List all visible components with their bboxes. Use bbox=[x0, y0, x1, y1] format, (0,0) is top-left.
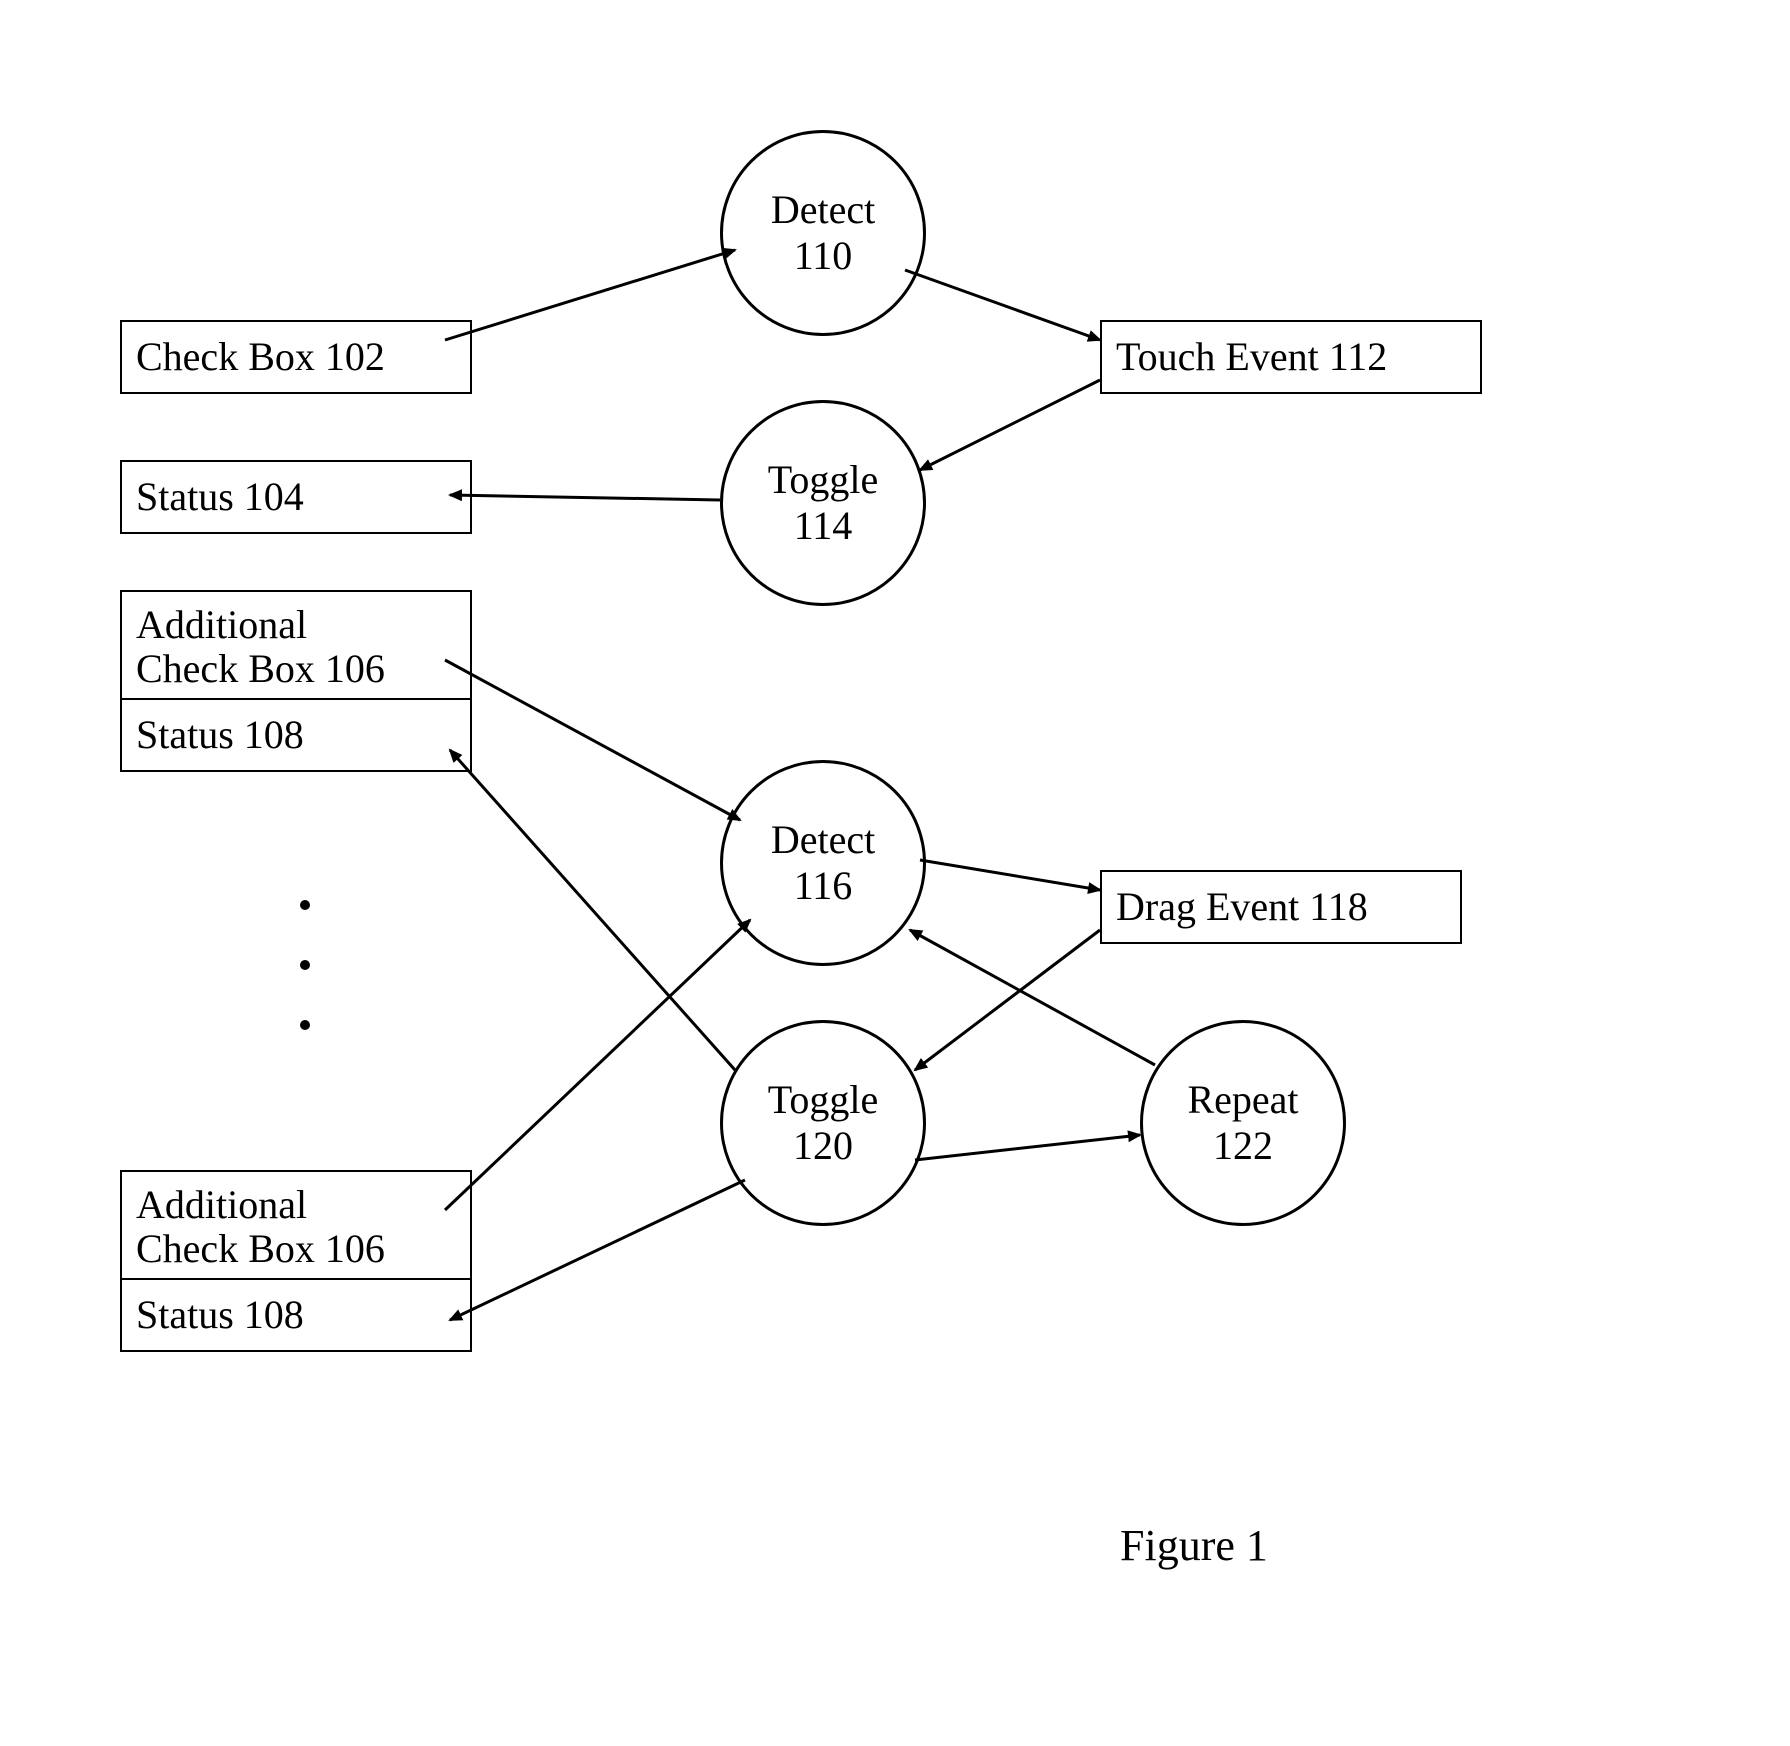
label: Check Box 102 bbox=[136, 335, 385, 379]
label-line2: Check Box 106 bbox=[136, 1227, 385, 1271]
repeat-122: Repeat 122 bbox=[1140, 1020, 1346, 1226]
status-108-upper: Status 108 bbox=[120, 698, 472, 772]
label: Touch Event 112 bbox=[1116, 335, 1387, 379]
ellipsis-dot bbox=[300, 900, 310, 910]
ellipsis-dot bbox=[300, 960, 310, 970]
label-line2: 122 bbox=[1213, 1123, 1273, 1169]
caption-text: Figure 1 bbox=[1120, 1521, 1268, 1570]
status-108-lower: Status 108 bbox=[120, 1278, 472, 1352]
label-line1: Additional bbox=[136, 603, 307, 647]
label-line2: 114 bbox=[794, 503, 853, 549]
label-line2: 120 bbox=[793, 1123, 853, 1169]
status-104: Status 104 bbox=[120, 460, 472, 534]
touch-event-112: Touch Event 112 bbox=[1100, 320, 1482, 394]
label: Status 108 bbox=[136, 1293, 304, 1337]
detect-116: Detect 116 bbox=[720, 760, 926, 966]
label: Status 104 bbox=[136, 475, 304, 519]
label-line1: Detect bbox=[771, 817, 875, 863]
label-line2: Check Box 106 bbox=[136, 647, 385, 691]
diagram-canvas: Check Box 102 Status 104 Detect 110 Togg… bbox=[0, 0, 1790, 1746]
label-line1: Detect bbox=[771, 187, 875, 233]
label-line1: Additional bbox=[136, 1183, 307, 1227]
detect-110: Detect 110 bbox=[720, 130, 926, 336]
figure-caption: Figure 1 bbox=[1120, 1520, 1268, 1571]
label: Drag Event 118 bbox=[1116, 885, 1368, 929]
label-line2: 116 bbox=[794, 863, 853, 909]
toggle-120: Toggle 120 bbox=[720, 1020, 926, 1226]
label: Status 108 bbox=[136, 713, 304, 757]
label-line1: Toggle bbox=[768, 1077, 879, 1123]
additional-check-box-106-upper: Additional Check Box 106 bbox=[120, 590, 472, 704]
toggle-114: Toggle 114 bbox=[720, 400, 926, 606]
additional-check-box-106-lower: Additional Check Box 106 bbox=[120, 1170, 472, 1284]
check-box-102: Check Box 102 bbox=[120, 320, 472, 394]
ellipsis-dot bbox=[300, 1020, 310, 1030]
label-line2: 110 bbox=[794, 233, 853, 279]
label-line1: Toggle bbox=[768, 457, 879, 503]
drag-event-118: Drag Event 118 bbox=[1100, 870, 1462, 944]
label-line1: Repeat bbox=[1187, 1077, 1298, 1123]
